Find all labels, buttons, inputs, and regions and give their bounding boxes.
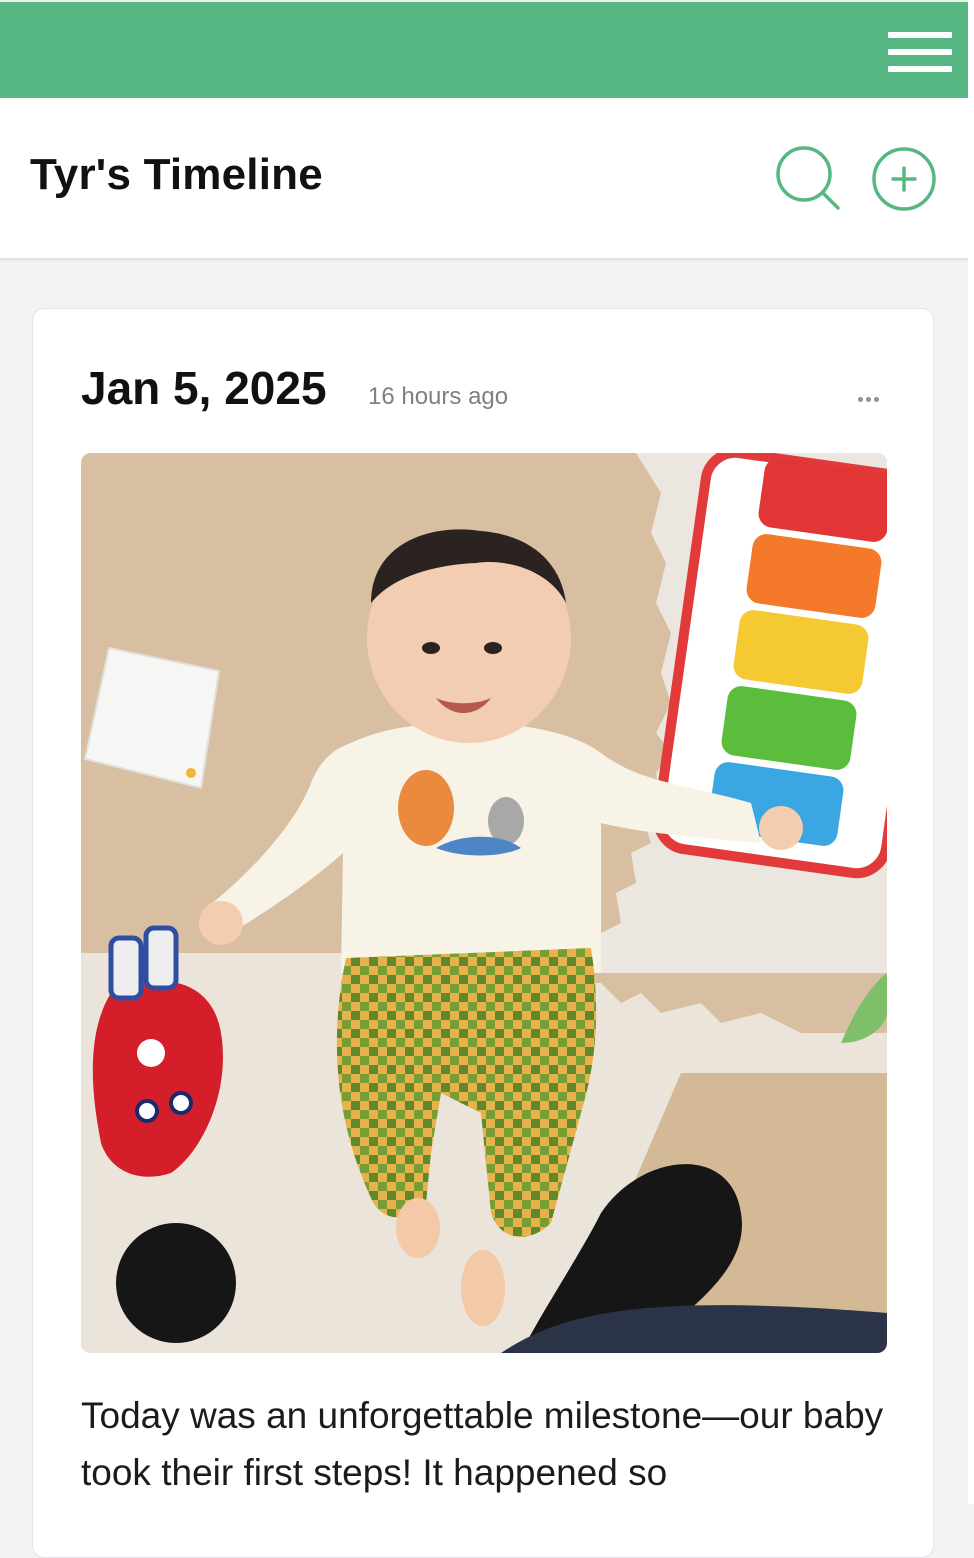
page-title: Tyr's Timeline — [30, 150, 323, 199]
search-button[interactable] — [772, 144, 844, 216]
post-body-text: Today was an unforgettable milestone—our… — [81, 1395, 884, 1493]
more-options-icon[interactable] — [851, 387, 891, 411]
post-date: Jan 5, 2025 — [81, 362, 327, 414]
page-header: Tyr's Timeline — [0, 98, 968, 258]
hamburger-menu-icon[interactable] — [888, 30, 952, 74]
timeline-post-card: Jan 5, 2025 16 hours ago Today was an un… — [32, 308, 934, 1558]
add-entry-button[interactable] — [870, 146, 938, 214]
baby-photo-illustration — [81, 453, 887, 1353]
page-edge — [968, 0, 974, 1504]
search-icon — [776, 146, 840, 210]
post-photo[interactable] — [81, 453, 887, 1353]
post-relative-time: 16 hours ago — [368, 383, 509, 410]
plus-circle-icon — [872, 147, 936, 211]
top-app-bar — [0, 0, 968, 98]
